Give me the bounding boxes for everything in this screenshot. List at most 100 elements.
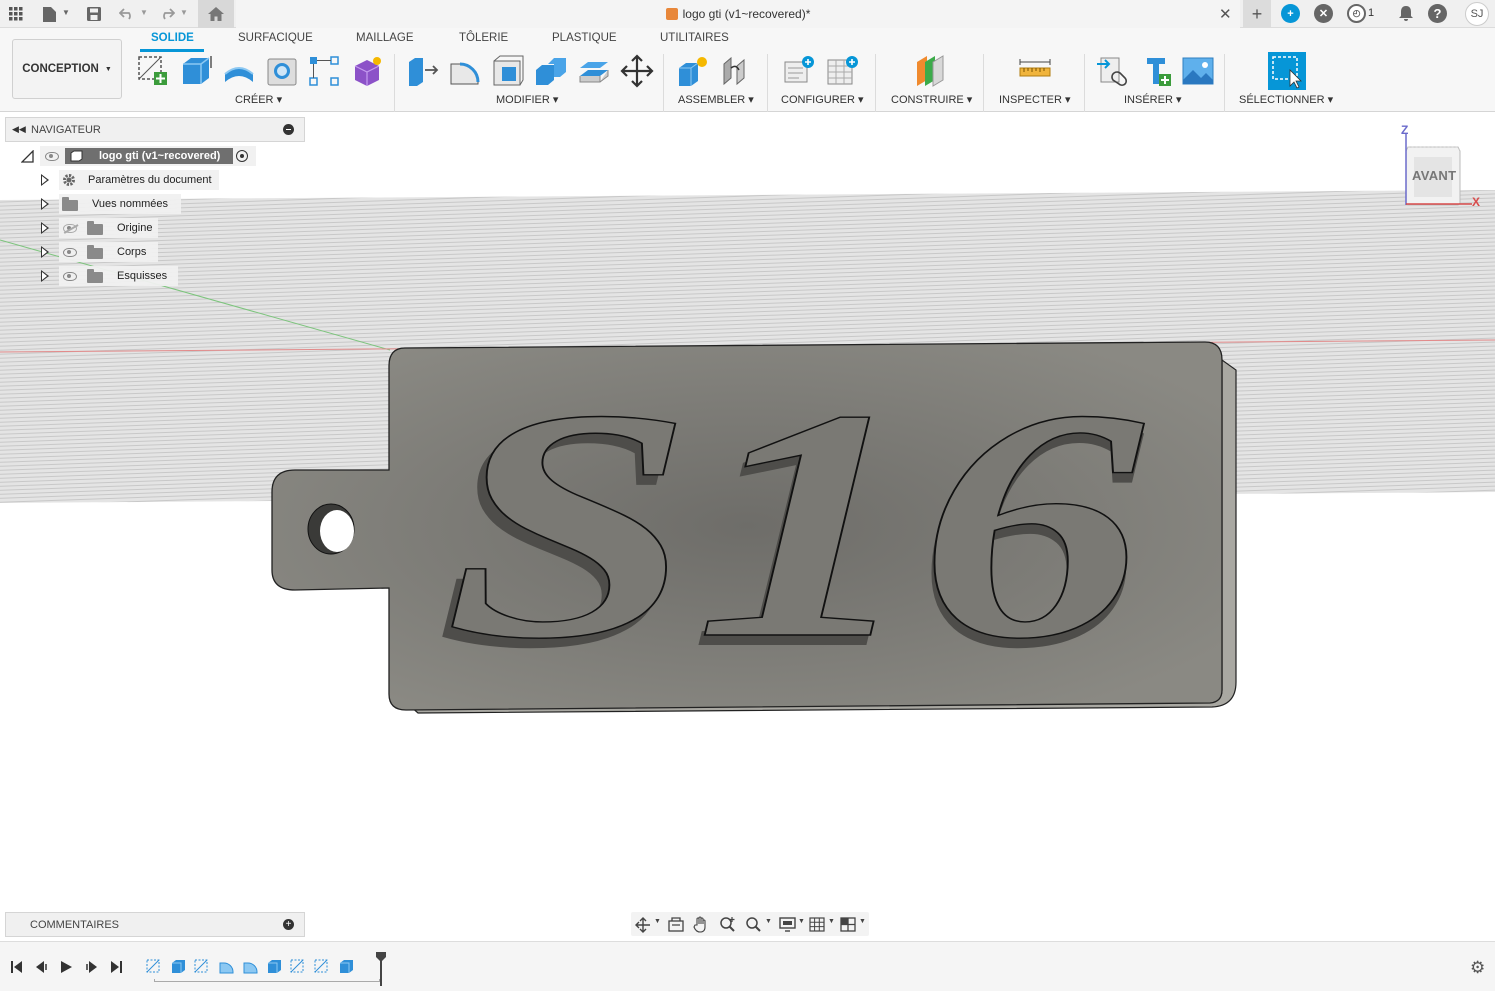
redo-icon[interactable] (156, 3, 178, 25)
play-icon[interactable] (60, 960, 73, 974)
redo-caret-icon[interactable]: ▼ (180, 8, 188, 17)
timeline-fillet-icon[interactable] (218, 958, 234, 974)
expand-triangle-icon[interactable] (41, 246, 49, 258)
fillet-icon[interactable] (448, 54, 482, 88)
model-scene[interactable]: S16 S16 (0, 113, 1495, 941)
save-icon[interactable] (83, 3, 105, 25)
pan-hand-icon[interactable] (693, 916, 709, 933)
offset-plane-icon[interactable] (913, 54, 947, 88)
notifications-icon[interactable] (1395, 3, 1417, 25)
tree-item-sketches[interactable]: Esquisses (59, 266, 178, 286)
orbit-icon[interactable] (635, 917, 651, 933)
insert-derive-icon[interactable] (1095, 54, 1129, 88)
display-settings-icon[interactable] (779, 917, 796, 932)
tab-surfacique[interactable]: SURFACIQUE (238, 32, 313, 44)
expand-triangle-icon[interactable] (41, 198, 49, 210)
press-pull-icon[interactable] (405, 54, 439, 88)
tree-item-named-views[interactable]: Vues nommées (59, 194, 181, 214)
timeline-marker[interactable] (376, 952, 386, 986)
timeline-settings-gear-icon[interactable]: ⚙ (1470, 958, 1485, 978)
create-sketch-icon[interactable] (136, 54, 170, 88)
close-icon[interactable]: ✕ (1219, 5, 1232, 23)
configure-table-icon[interactable] (826, 54, 860, 88)
viewcube-face-label[interactable]: AVANT (1412, 168, 1456, 183)
step-forward-icon[interactable] (85, 960, 98, 974)
tab-plastique[interactable]: PLASTIQUE (552, 32, 617, 44)
grid-snaps-icon[interactable] (809, 917, 825, 932)
file-icon[interactable] (38, 3, 60, 25)
group-inspecter[interactable]: INSPECTER ▾ (999, 93, 1071, 106)
create-form-icon[interactable] (350, 54, 384, 88)
minimize-icon[interactable] (283, 124, 294, 135)
move-icon[interactable] (620, 54, 654, 88)
insert-canvas-icon[interactable] (1181, 54, 1215, 88)
timeline-sketch-icon[interactable] (314, 958, 330, 974)
tab-solide[interactable]: SOLIDE (151, 32, 194, 44)
expanded-triangle-icon[interactable] (21, 150, 34, 163)
workspace-selector[interactable]: CONCEPTION ▼ (12, 39, 122, 99)
group-creer[interactable]: CRÉER ▾ (235, 93, 282, 106)
offset-face-icon[interactable] (577, 54, 611, 88)
group-assembler[interactable]: ASSEMBLER ▾ (678, 93, 754, 106)
revolve-icon[interactable] (222, 54, 256, 88)
help-icon[interactable]: ? (1428, 4, 1447, 23)
tab-tolerie[interactable]: TÔLERIE (459, 32, 508, 44)
job-status-icon[interactable]: ◴ (1347, 4, 1366, 23)
comments-panel-header[interactable]: COMMENTAIRES + (5, 912, 305, 937)
offline-icon[interactable]: ✕ (1314, 4, 1333, 23)
expand-triangle-icon[interactable] (41, 222, 49, 234)
document-tab[interactable]: logo gti (v1~recovered)* (236, 0, 1240, 28)
go-to-end-icon[interactable] (110, 960, 123, 974)
group-selectionner[interactable]: SÉLECTIONNER ▾ (1239, 93, 1333, 106)
timeline-extrude-icon[interactable] (170, 958, 186, 974)
undo-caret-icon[interactable]: ▼ (140, 8, 148, 17)
display-caret-icon[interactable]: ▼ (798, 918, 805, 925)
look-at-icon[interactable] (668, 917, 684, 932)
go-to-start-icon[interactable] (10, 960, 23, 974)
timeline-sketch-icon[interactable] (194, 958, 210, 974)
extrude-icon[interactable] (179, 54, 213, 88)
visibility-eye-icon[interactable] (63, 248, 77, 257)
measure-icon[interactable] (1018, 54, 1052, 88)
new-component-icon[interactable] (676, 54, 710, 88)
group-configurer[interactable]: CONFIGURER ▾ (781, 93, 864, 106)
add-comment-icon[interactable]: + (283, 919, 294, 930)
grid-caret-icon[interactable]: ▼ (828, 918, 835, 925)
tree-item-document-settings[interactable]: Paramètres du document (59, 170, 219, 190)
pattern-icon[interactable] (307, 54, 341, 88)
tree-item-bodies[interactable]: Corps (59, 242, 158, 262)
timeline-extrude-icon[interactable] (266, 958, 282, 974)
select-icon[interactable] (1268, 52, 1306, 90)
combine-icon[interactable] (534, 54, 568, 88)
timeline-fillet-icon[interactable] (242, 958, 258, 974)
activate-radio-icon[interactable] (236, 150, 248, 162)
zoom-icon[interactable] (719, 916, 736, 933)
expand-triangle-icon[interactable] (41, 270, 49, 282)
change-parameters-icon[interactable] (783, 54, 817, 88)
tree-item-origin[interactable]: Origine (59, 218, 158, 238)
viewcube[interactable]: Z X AVANT (1400, 123, 1490, 215)
visibility-eye-icon[interactable] (63, 272, 77, 281)
timeline-track[interactable] (154, 979, 380, 982)
grid-icon[interactable] (5, 3, 27, 25)
viewports-icon[interactable] (840, 917, 856, 932)
collapse-panel-icon[interactable]: ◀◀ (12, 124, 26, 135)
timeline-sketch-icon[interactable] (146, 958, 162, 974)
tree-root-document[interactable]: logo gti (v1~recovered) (40, 146, 256, 166)
file-menu-caret-icon[interactable]: ▼ (62, 8, 70, 17)
expand-triangle-icon[interactable] (41, 174, 49, 186)
viewports-caret-icon[interactable]: ▼ (859, 918, 866, 925)
step-back-icon[interactable] (35, 960, 48, 974)
timeline-extrude-icon[interactable] (338, 958, 354, 974)
canvas-viewport[interactable]: S16 S16 ◀◀ NAVIGATEUR logo gti (v1~recov… (0, 113, 1495, 941)
hole-icon[interactable] (265, 54, 299, 88)
joint-icon[interactable] (719, 54, 753, 88)
orbit-caret-icon[interactable]: ▼ (654, 918, 661, 925)
group-modifier[interactable]: MODIFIER ▾ (496, 93, 558, 106)
avatar[interactable]: SJ (1465, 2, 1489, 26)
zoom-caret-icon[interactable]: ▼ (765, 918, 772, 925)
shell-icon[interactable] (491, 54, 525, 88)
group-inserer[interactable]: INSÉRER ▾ (1124, 93, 1181, 106)
group-construire[interactable]: CONSTRUIRE ▾ (891, 93, 972, 106)
fit-icon[interactable] (745, 916, 762, 933)
